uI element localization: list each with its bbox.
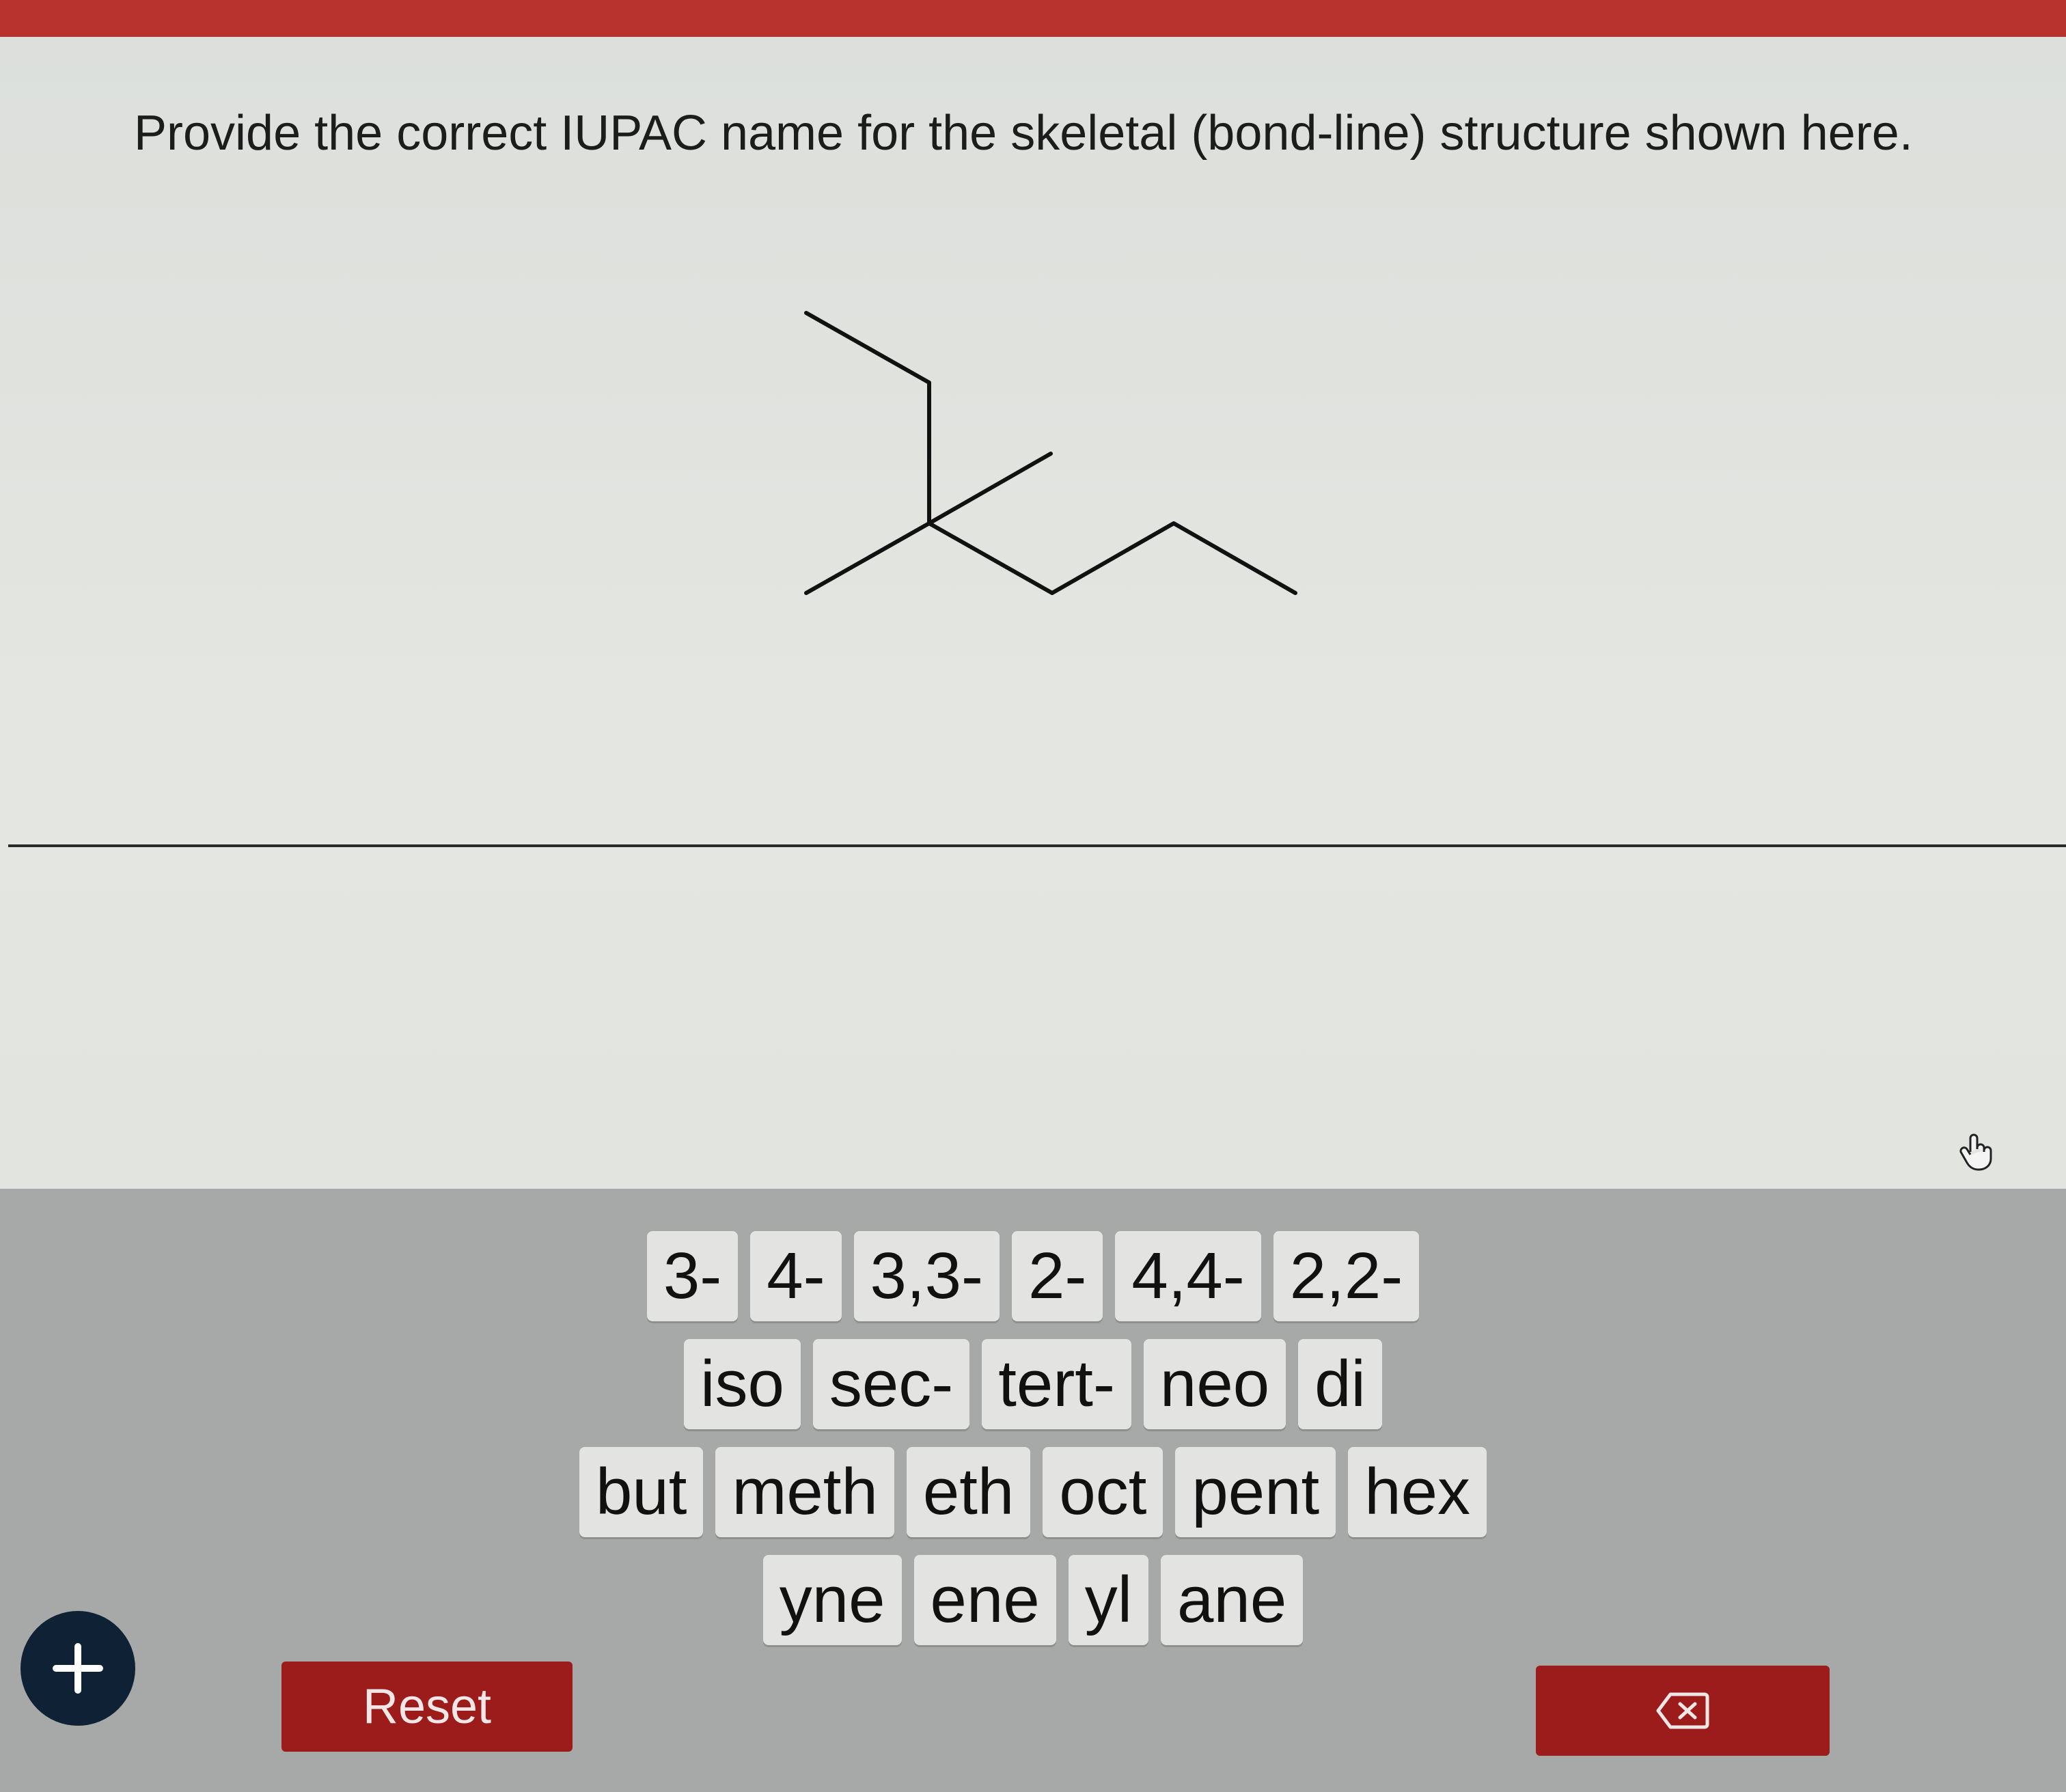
tile-root[interactable]: oct [1043, 1447, 1163, 1537]
tile-prefix[interactable]: tert- [982, 1339, 1131, 1429]
tile-locant[interactable]: 4- [750, 1231, 842, 1321]
tile-suffix[interactable]: yl [1068, 1555, 1149, 1645]
plus-icon [53, 1643, 103, 1694]
hand-cursor-icon [1958, 1131, 1996, 1172]
skeletal-structure-drawing [804, 311, 1297, 595]
answer-drop-zone[interactable] [0, 847, 2066, 1189]
tile-row-roots: but meth eth oct pent hex [0, 1447, 2066, 1537]
bond-upper-ethyl [804, 311, 931, 525]
bond-methyl-upper [927, 452, 1053, 525]
bond-methyl-lower [804, 521, 931, 595]
tile-suffix[interactable]: yne [762, 1555, 902, 1645]
tile-locant[interactable]: 3- [646, 1231, 739, 1321]
tile-locant[interactable]: 2,2- [1273, 1231, 1420, 1321]
tile-locant[interactable]: 4,4- [1115, 1231, 1261, 1321]
tile-root[interactable]: hex [1348, 1447, 1487, 1537]
question-prompt: Provide the correct IUPAC name for the s… [134, 106, 1913, 161]
tile-row-suffixes: yne ene yl ane [0, 1555, 2066, 1645]
tile-row-locants: 3- 4- 3,3- 2- 4,4- 2,2- [0, 1231, 2066, 1321]
screen: Provide the correct IUPAC name for the s… [0, 0, 2066, 1792]
backspace-icon [1656, 1692, 1709, 1729]
tile-suffix[interactable]: ene [913, 1555, 1056, 1645]
tile-locant[interactable]: 3,3- [853, 1231, 1000, 1321]
tile-prefix[interactable]: sec- [812, 1339, 970, 1429]
tile-prefix[interactable]: neo [1143, 1339, 1286, 1429]
tile-root[interactable]: eth [906, 1447, 1031, 1537]
tile-row-prefixes: iso sec- tert- neo di [0, 1339, 2066, 1429]
tile-root[interactable]: meth [715, 1447, 894, 1537]
tile-root[interactable]: pent [1175, 1447, 1336, 1537]
tile-prefix[interactable]: iso [684, 1339, 801, 1429]
add-button[interactable] [20, 1611, 135, 1726]
reset-button[interactable]: Reset [281, 1662, 573, 1752]
top-bar [0, 0, 2066, 37]
tile-locant[interactable]: 2- [1011, 1231, 1103, 1321]
tile-suffix[interactable]: ane [1161, 1555, 1304, 1645]
bond-main-chain [927, 521, 1297, 595]
backspace-button[interactable] [1536, 1666, 1830, 1756]
tile-prefix[interactable]: di [1298, 1339, 1382, 1429]
tile-root[interactable]: but [579, 1447, 704, 1537]
